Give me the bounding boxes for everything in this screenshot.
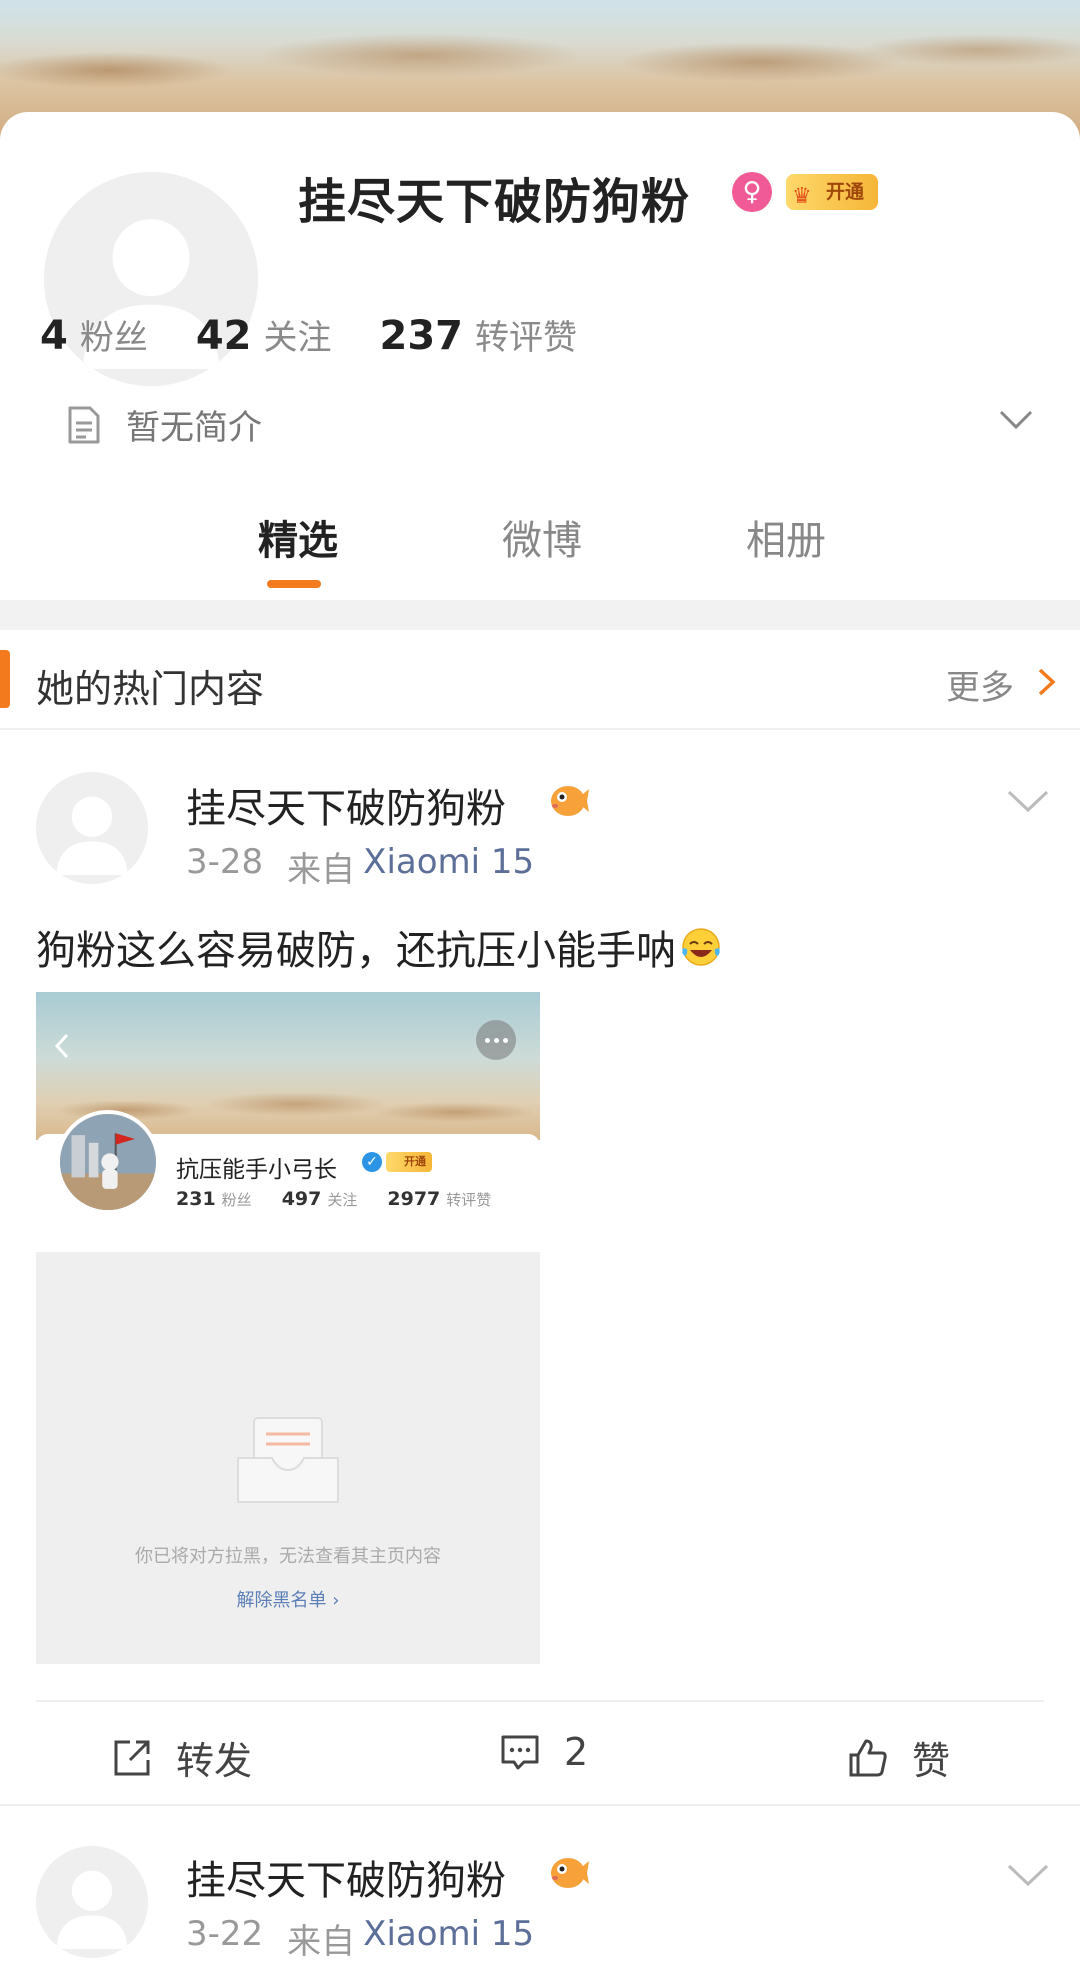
post-source-prefix: 来自 xyxy=(287,1922,356,1962)
stat-number: 42 xyxy=(195,313,252,359)
post-text: 狗粉这么容易破防，还抗压小能手呐 xyxy=(36,918,722,976)
profile-tabs: 精选 微博 相册 xyxy=(0,508,1080,600)
embedded-stat-number: 231 xyxy=(176,1188,216,1210)
pufferfish-icon xyxy=(551,786,589,816)
hot-content-header: 她的热门内容 更多 xyxy=(0,630,1080,730)
profile-bio[interactable]: 暂无简介 xyxy=(66,400,262,449)
stat-interactions[interactable]: 237 转评赞 xyxy=(380,310,578,359)
embedded-stat-number: 2977 xyxy=(387,1188,441,1210)
default-avatar-icon xyxy=(36,772,148,884)
bio-text: 暂无简介 xyxy=(126,408,262,448)
post-meta: 3-28 来自 Xiaomi 15 xyxy=(186,842,534,891)
embedded-stat-number: 497 xyxy=(281,1188,322,1210)
stat-following[interactable]: 42 关注 xyxy=(196,310,332,359)
unblock-link: 解除黑名单 › xyxy=(236,1590,340,1611)
more-link[interactable]: 更多 xyxy=(946,660,1014,709)
stat-label: 转评赞 xyxy=(475,318,578,358)
vip-open-badge[interactable]: ♛ 开通 xyxy=(786,174,878,210)
like-label: 赞 xyxy=(912,1739,951,1783)
embedded-stat-label: 转评赞 xyxy=(446,1191,492,1209)
tab-featured[interactable]: 精选 xyxy=(258,508,338,566)
stat-number: 237 xyxy=(379,313,464,359)
pufferfish-icon xyxy=(551,1858,589,1888)
stat-label: 关注 xyxy=(263,318,332,358)
blocked-message: 你已将对方拉黑，无法查看其主页内容 xyxy=(135,1546,441,1567)
post-author-name[interactable]: 挂尽天下破防狗粉 xyxy=(186,776,506,834)
document-icon xyxy=(68,406,100,443)
post-divider xyxy=(0,1804,1080,1806)
empty-inbox-icon xyxy=(237,1417,339,1503)
stat-label: 粉丝 xyxy=(79,318,148,358)
laugh-cry-emoji-icon xyxy=(682,928,720,966)
embedded-stats: 231 粉丝 497 关注 2977 转评赞 xyxy=(176,1188,521,1210)
astronaut-avatar-icon xyxy=(60,1114,156,1210)
crown-icon: ♛ xyxy=(792,184,812,209)
chevron-down-icon[interactable] xyxy=(998,408,1034,432)
post-image-top[interactable]: 抗压能手小弓长 ✓ 开通 231 粉丝 497 关注 2977 转评赞 xyxy=(36,992,540,1246)
chevron-down-icon[interactable] xyxy=(1006,1862,1050,1890)
comment-icon xyxy=(501,1735,539,1770)
section-divider xyxy=(0,600,1080,630)
thumbs-up-icon xyxy=(849,1739,887,1776)
post-time: 3-28 xyxy=(186,842,264,882)
post-time: 3-22 xyxy=(186,1914,264,1954)
post-meta: 3-22 来自 Xiaomi 15 xyxy=(186,1914,534,1963)
post-source-prefix: 来自 xyxy=(287,850,356,890)
profile-username: 挂尽天下破防狗粉 xyxy=(298,174,691,230)
comment-button[interactable]: 2 xyxy=(498,1730,588,1774)
tab-album[interactable]: 相册 xyxy=(746,508,826,566)
post-device-link[interactable]: Xiaomi 15 xyxy=(363,1914,534,1963)
post-device-link[interactable]: Xiaomi 15 xyxy=(363,842,534,891)
tab-weibo[interactable]: 微博 xyxy=(502,508,582,566)
post-action-bar: 转发 2 赞 xyxy=(36,1700,1044,1804)
repost-button[interactable]: 转发 xyxy=(110,1730,252,1785)
post-author-avatar[interactable] xyxy=(36,1846,148,1958)
female-gender-icon: ♀ xyxy=(732,172,772,212)
back-arrow-icon xyxy=(54,1033,69,1059)
section-accent-bar xyxy=(0,650,10,708)
stat-followers[interactable]: 4 粉丝 xyxy=(40,310,148,359)
repost-label: 转发 xyxy=(176,1739,253,1783)
profile-stats: 4 粉丝 42 关注 237 转评赞 xyxy=(40,310,625,359)
post-image-bottom[interactable]: 你已将对方拉黑，无法查看其主页内容 解除黑名单 › xyxy=(36,1252,540,1664)
embedded-vip-badge: 开通 xyxy=(386,1152,432,1172)
stat-number: 4 xyxy=(40,313,68,359)
post-author-name[interactable]: 挂尽天下破防狗粉 xyxy=(186,1848,506,1906)
comment-count: 2 xyxy=(564,1730,589,1774)
post-author-avatar[interactable] xyxy=(36,772,148,884)
hot-content-title: 她的热门内容 xyxy=(36,667,265,711)
embedded-avatar xyxy=(56,1110,160,1214)
embedded-username: 抗压能手小弓长 xyxy=(176,1157,337,1183)
chevron-down-icon[interactable] xyxy=(1006,788,1050,816)
chevron-right-icon[interactable] xyxy=(1036,666,1058,698)
share-icon xyxy=(114,1740,150,1775)
vip-badge-label: 开通 xyxy=(826,181,865,203)
verified-icon: ✓ xyxy=(362,1152,382,1172)
embedded-stat-label: 关注 xyxy=(327,1191,358,1209)
active-tab-indicator xyxy=(267,580,321,588)
more-dots-icon xyxy=(476,1020,516,1060)
like-button[interactable]: 赞 xyxy=(846,1730,950,1785)
post-text-content: 狗粉这么容易破防，还抗压小能手呐 xyxy=(36,928,676,974)
embedded-stat-label: 粉丝 xyxy=(221,1191,252,1209)
default-avatar-icon xyxy=(36,1846,148,1958)
